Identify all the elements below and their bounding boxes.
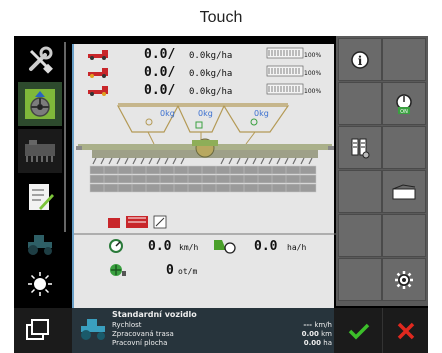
sections-icon <box>351 138 370 158</box>
softkey-empty-6[interactable] <box>382 214 426 257</box>
on-switch-button[interactable]: ON <box>382 82 426 125</box>
checklist-icon[interactable] <box>18 176 62 220</box>
vehicle-row-distance-unit: km <box>321 330 332 338</box>
hopper-2-weight: 0kg <box>198 109 213 118</box>
bottom-bar: Standardní vozidlo Rychlost --- km/h Zpr… <box>14 308 428 353</box>
cancel-button[interactable] <box>382 308 428 353</box>
rate-1-actual: 0.0/ <box>144 47 175 62</box>
softkey-panel: i ON <box>336 36 428 306</box>
softkey-empty-2[interactable] <box>338 82 382 125</box>
navigation-icon[interactable] <box>18 82 62 126</box>
vehicle-row-area-value: 0.00 <box>303 339 322 347</box>
rate-row-3[interactable]: 0.0/ 0.0kg/ha 100% <box>88 83 321 98</box>
hopper-3-weight: 0kg <box>254 109 269 118</box>
softkey-empty-1[interactable] <box>382 38 426 81</box>
vehicle-row-speed-value: --- <box>303 321 313 329</box>
rate-2-actual: 0.0/ <box>144 65 175 80</box>
area-rate-icon <box>214 240 236 254</box>
left-dock <box>14 36 68 353</box>
svg-text:ON: ON <box>400 109 408 115</box>
rate-3-percent: 100% <box>304 88 321 95</box>
seeder-drill-bar <box>76 138 334 165</box>
vehicle-row-speed-unit: km/h <box>314 321 332 329</box>
hopper-1-weight: 0kg <box>160 109 175 118</box>
rate-1-target: 0.0kg/ha <box>189 51 232 61</box>
svg-text:i: i <box>358 54 363 68</box>
checkmark-icon <box>348 323 370 339</box>
info-button[interactable]: i <box>338 38 382 81</box>
seeder-icon[interactable] <box>18 129 62 173</box>
window-switch-icon[interactable] <box>22 315 52 345</box>
speed-unit: km/h <box>179 243 198 252</box>
rate-3-target: 0.0kg/ha <box>189 87 232 97</box>
vehicle-row-area-unit: ha <box>323 339 332 347</box>
settings-gear-icon <box>395 270 413 289</box>
tractor-icon[interactable] <box>18 222 62 266</box>
area-rate-unit: ha/h <box>287 243 306 252</box>
vehicle-row-distance-value: 0.00 <box>301 330 319 338</box>
area-rate-value: 0.0 <box>254 239 278 254</box>
hopper-lid-button[interactable] <box>382 170 426 213</box>
vehicle-name: Standardní vozidlo <box>112 310 197 319</box>
rate-2-percent: 100% <box>304 70 321 77</box>
rpm-icon <box>110 264 126 276</box>
info-icon: i <box>351 50 369 69</box>
function-icons-row <box>108 215 167 229</box>
on-switch-icon: ON <box>396 93 412 115</box>
rpm-unit: ot/m <box>178 267 197 276</box>
vehicle-row-distance-label: Zpracovaná trasa <box>112 330 174 338</box>
rate-2-target: 0.0kg/ha <box>189 69 232 79</box>
tools-icon[interactable] <box>18 38 62 82</box>
vehicle-row-area-label: Pracovní plocha <box>112 339 168 347</box>
speedometer-icon <box>109 239 123 253</box>
rate-row-1[interactable]: 0.0/ 0.0kg/ha 100% <box>88 47 321 62</box>
rate-row-2[interactable]: 0.0/ 0.0kg/ha 100% <box>88 65 321 80</box>
softkey-empty-5[interactable] <box>338 214 382 257</box>
section-grid <box>89 165 317 193</box>
terminal-screen: 0.0/ 0.0kg/ha 100% 0.0/ 0.0kg/ha 100% 0.… <box>14 36 428 353</box>
hopper-lid-icon <box>392 183 416 199</box>
page-title: Touch <box>199 9 243 26</box>
softkey-empty-4[interactable] <box>338 170 382 213</box>
vehicle-info-panel[interactable]: Standardní vozidlo Rychlost --- km/h Zpr… <box>72 308 334 353</box>
vehicle-tractor-icon <box>81 319 105 340</box>
rate-3-actual: 0.0/ <box>144 83 175 98</box>
close-icon <box>397 322 414 339</box>
confirm-button[interactable] <box>336 308 382 353</box>
softkey-empty-7[interactable] <box>338 258 382 301</box>
vehicle-row-area: Pracovní plocha 0.00 ha <box>112 339 332 349</box>
dock-scrollbar[interactable] <box>64 42 66 232</box>
softkey-empty-3[interactable] <box>382 126 426 169</box>
rpm-value: 0 <box>166 263 174 278</box>
settings-button[interactable] <box>382 258 426 301</box>
rate-1-percent: 100% <box>304 52 321 59</box>
seeder-main-panel: 0.0/ 0.0kg/ha 100% 0.0/ 0.0kg/ha 100% 0.… <box>72 44 336 308</box>
brightness-icon[interactable] <box>18 262 62 306</box>
speed-value: 0.0 <box>148 239 172 254</box>
vehicle-row-speed-label: Rychlost <box>112 321 142 329</box>
sections-button[interactable] <box>338 126 382 169</box>
